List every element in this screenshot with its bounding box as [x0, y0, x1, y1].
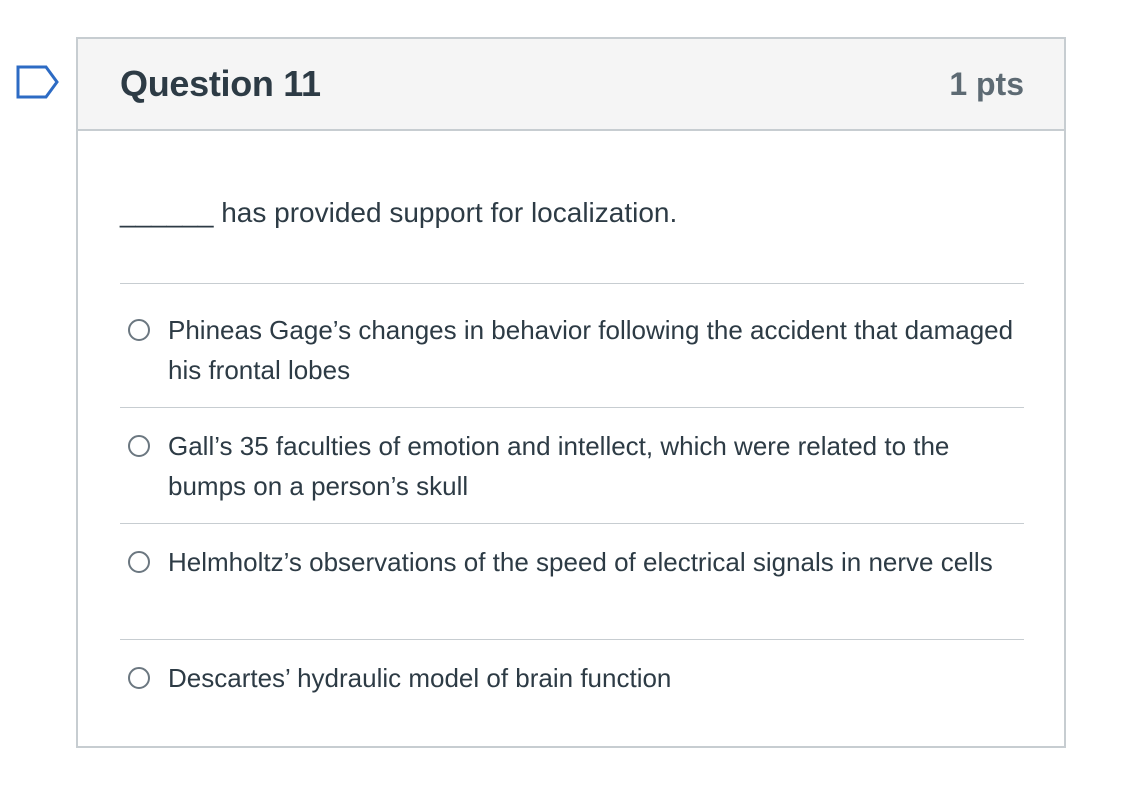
question-body: ______ has provided support for localiza…	[78, 195, 1064, 756]
answer-label: Descartes’ hydraulic model of brain func…	[168, 663, 672, 693]
answer-option[interactable]: Phineas Gage’s changes in behavior follo…	[120, 292, 1024, 408]
answer-label: Gall’s 35 faculties of emotion and intel…	[168, 431, 950, 501]
question-header: Question 11 1 pts	[78, 39, 1064, 131]
answer-label: Helmholtz’s observations of the speed of…	[168, 547, 993, 577]
flag-question-icon[interactable]	[16, 65, 60, 99]
question-text: ______ has provided support for localiza…	[120, 197, 678, 228]
question-points: 1 pts	[949, 65, 1024, 102]
divider	[120, 283, 1024, 284]
radio-button[interactable]	[128, 551, 150, 573]
answer-list: Phineas Gage’s changes in behavior follo…	[120, 292, 1024, 756]
answer-option[interactable]: Gall’s 35 faculties of emotion and intel…	[120, 408, 1024, 524]
radio-button[interactable]	[128, 667, 150, 689]
question-title: Question 11	[120, 63, 321, 104]
answer-option[interactable]: Helmholtz’s observations of the speed of…	[120, 524, 1024, 640]
radio-button[interactable]	[128, 319, 150, 341]
radio-button[interactable]	[128, 435, 150, 457]
question-card: Question 11 1 pts ______ has provided su…	[76, 37, 1066, 748]
answer-label: Phineas Gage’s changes in behavior follo…	[168, 315, 1014, 385]
answer-option[interactable]: Descartes’ hydraulic model of brain func…	[120, 640, 1024, 756]
